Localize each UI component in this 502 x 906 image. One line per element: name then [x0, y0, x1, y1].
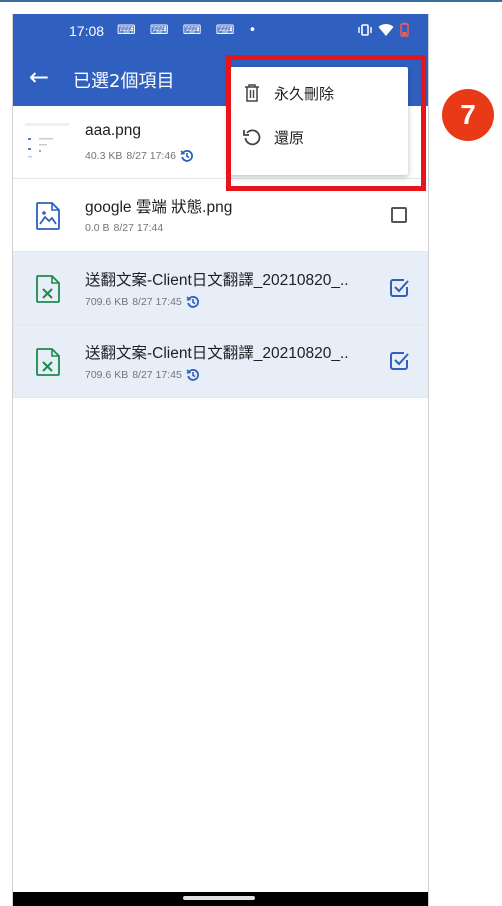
selection-title: 已選2個項目	[73, 71, 175, 92]
battery-low-icon	[400, 22, 409, 37]
file-row[interactable]: 送翻文案-Client日文翻譯_20210820_.. 709.6 KB 8/2…	[13, 325, 428, 398]
back-arrow-icon[interactable]: ←	[29, 62, 49, 92]
frame-top-border	[0, 0, 502, 2]
excel-file-icon	[36, 348, 60, 376]
file-date: 8/27 17:46	[126, 150, 177, 162]
vibrate-icon	[358, 23, 372, 36]
file-meta: 0.0 B 8/27 17:44	[85, 222, 163, 234]
system-icons	[358, 22, 409, 37]
file-size: 0.0 B	[85, 222, 110, 234]
step-number-badge: 7	[442, 89, 494, 141]
image-file-icon	[36, 202, 60, 230]
file-name: 送翻文案-Client日文翻譯_20210820_..	[85, 345, 349, 362]
file-meta: 709.6 KB 8/27 17:45	[85, 295, 200, 309]
status-time: 17:08	[69, 23, 105, 39]
checked-checkbox-icon[interactable]	[389, 351, 409, 371]
wifi-icon	[378, 23, 394, 36]
checked-checkbox-icon[interactable]	[389, 278, 409, 298]
file-date: 8/27 17:44	[113, 222, 164, 234]
excel-file-icon	[36, 275, 60, 303]
system-nav-bar	[13, 892, 428, 906]
callout-highlight-box	[226, 55, 426, 191]
notification-icons: ⌨ ⌨ ⌨ ⌨ •	[117, 23, 262, 38]
file-size: 709.6 KB	[85, 369, 129, 381]
file-meta: 40.3 KB 8/27 17:46	[85, 149, 194, 163]
version-history-icon	[180, 150, 193, 162]
file-name: 送翻文案-Client日文翻譯_20210820_..	[85, 272, 349, 289]
row-checkbox[interactable]	[391, 207, 407, 223]
image-thumbnail	[25, 120, 69, 164]
file-meta: 709.6 KB 8/27 17:45	[85, 368, 200, 382]
file-name: google 雲端 狀態.png	[85, 199, 233, 216]
version-history-icon	[186, 296, 199, 308]
file-size: 709.6 KB	[85, 296, 129, 308]
file-date: 8/27 17:45	[132, 296, 182, 308]
file-row[interactable]: 送翻文案-Client日文翻譯_20210820_.. 709.6 KB 8/2…	[13, 252, 428, 325]
file-date: 8/27 17:45	[132, 369, 182, 381]
file-size: 40.3 KB	[85, 150, 123, 162]
version-history-icon	[186, 369, 199, 381]
status-bar: 17:08 ⌨ ⌨ ⌨ ⌨ •	[13, 14, 428, 50]
home-gesture-pill[interactable]	[183, 896, 255, 900]
